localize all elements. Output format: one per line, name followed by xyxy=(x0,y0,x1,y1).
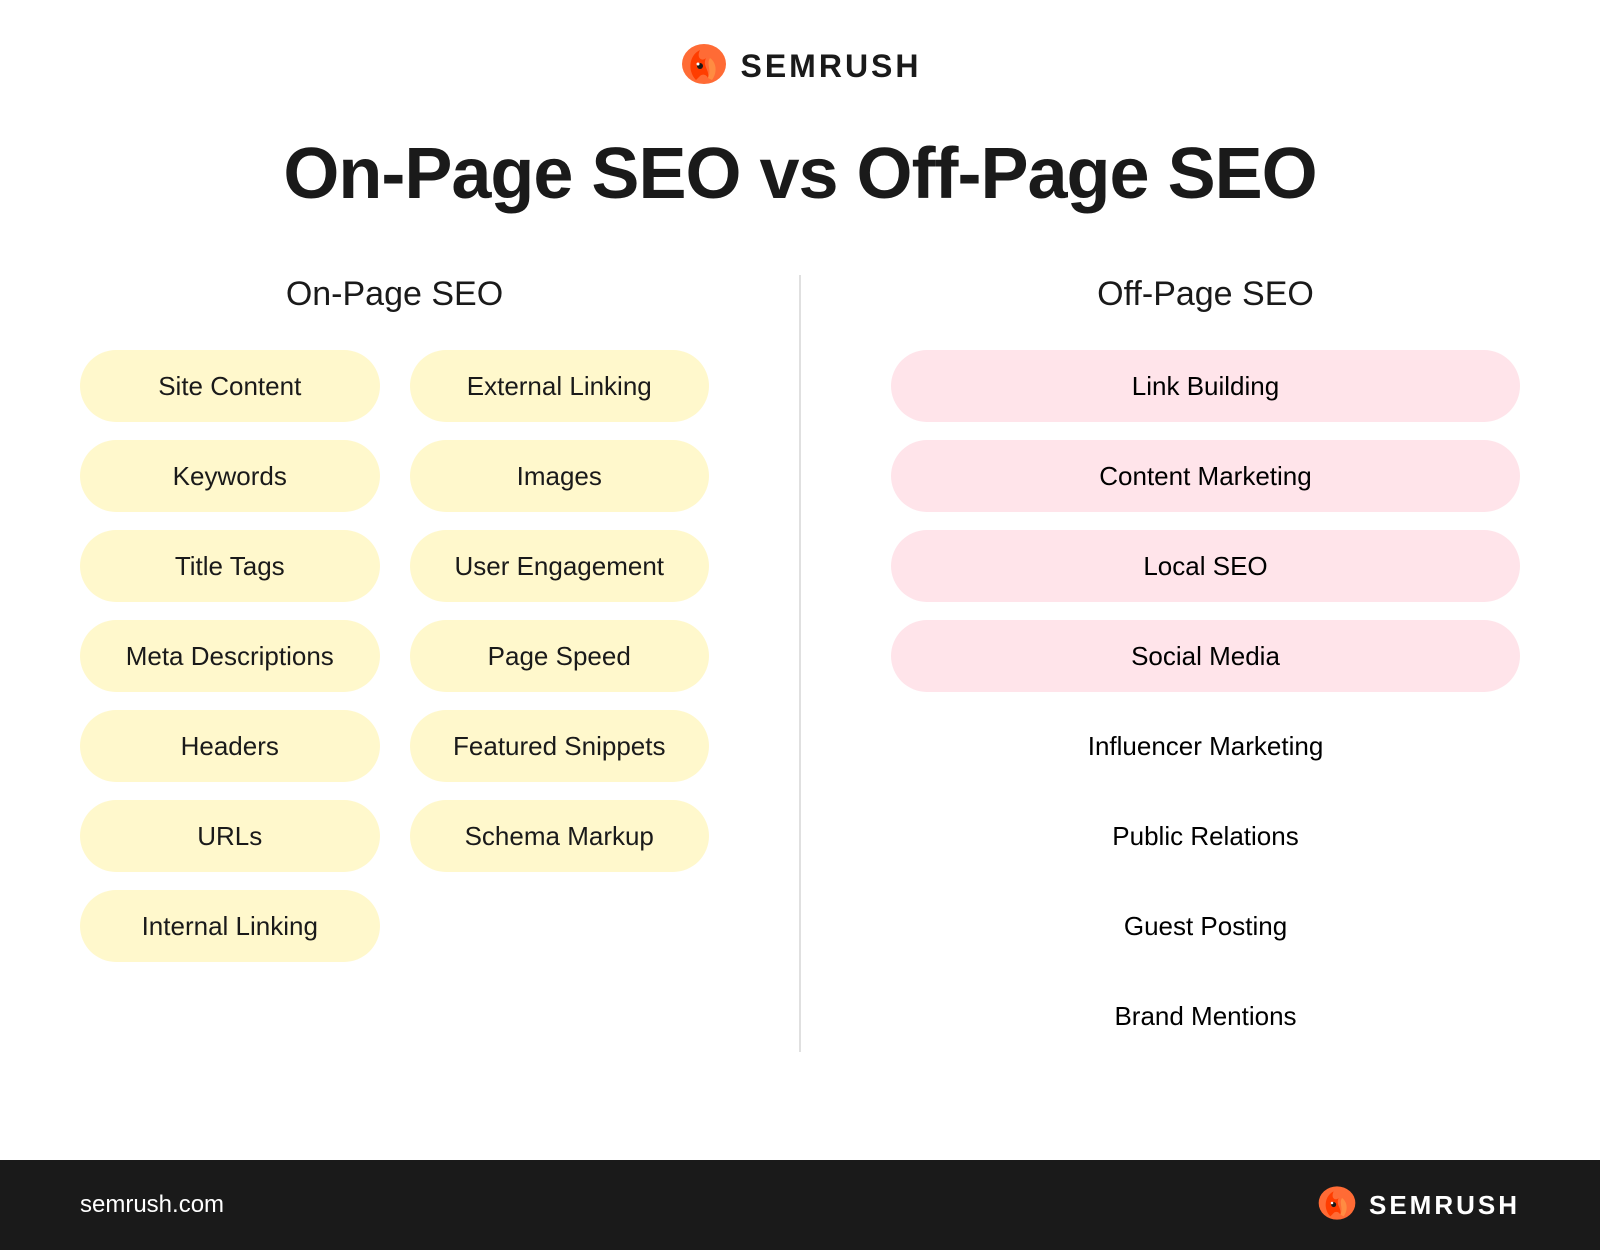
on-page-left-item: Site Content xyxy=(80,350,380,422)
on-page-right-item: Schema Markup xyxy=(410,800,710,872)
semrush-logo-icon xyxy=(678,40,730,93)
on-page-column: On-Page SEO Site Content Keywords Title Ta… xyxy=(80,275,709,1052)
on-page-column-title: On-Page SEO xyxy=(286,275,503,314)
on-page-right-item: Page Speed xyxy=(410,620,710,692)
off-page-item: Public Relations xyxy=(891,800,1520,872)
on-page-right-item: External Linking xyxy=(410,350,710,422)
off-page-item: Influencer Marketing xyxy=(891,710,1520,782)
footer-logo: SEMRUSH xyxy=(1315,1183,1520,1228)
off-page-item: Content Marketing xyxy=(891,440,1520,512)
on-page-left-sub-column: Site Content Keywords Title Tags Meta Descr… xyxy=(80,350,380,962)
on-page-left-item: Headers xyxy=(80,710,380,782)
on-page-left-item: Keywords xyxy=(80,440,380,512)
on-page-left-item: Internal Linking xyxy=(80,890,380,962)
off-page-item: Guest Posting xyxy=(891,890,1520,962)
off-page-item: Local SEO xyxy=(891,530,1520,602)
column-divider xyxy=(799,275,801,1052)
on-page-left-item: Title Tags xyxy=(80,530,380,602)
off-page-item: Link Building xyxy=(891,350,1520,422)
off-page-items: Link Building Content Marketing Local SEO S… xyxy=(891,350,1520,1052)
on-page-right-sub-column: External Linking Images User Engagement Pag… xyxy=(410,350,710,962)
on-page-right-item: Featured Snippets xyxy=(410,710,710,782)
footer: semrush.com SEMRUSH xyxy=(0,1160,1600,1250)
logo-area: SEMRUSH xyxy=(678,40,921,93)
main-content: SEMRUSH On-Page SEO vs Off-Page SEO On-P… xyxy=(0,0,1600,1160)
off-page-item: Brand Mentions xyxy=(891,980,1520,1052)
footer-url: semrush.com xyxy=(80,1191,224,1219)
off-page-column: Off-Page SEO Link Building Content Market… xyxy=(891,275,1520,1052)
header-logo-text: SEMRUSH xyxy=(740,48,921,85)
on-page-inner: Site Content Keywords Title Tags Meta Descr… xyxy=(80,350,709,962)
columns-wrapper: On-Page SEO Site Content Keywords Title Ta… xyxy=(80,275,1520,1052)
footer-semrush-icon xyxy=(1315,1183,1359,1228)
on-page-left-item: URLs xyxy=(80,800,380,872)
page-title: On-Page SEO vs Off-Page SEO xyxy=(283,133,1316,215)
off-page-item: Social Media xyxy=(891,620,1520,692)
on-page-right-item: User Engagement xyxy=(410,530,710,602)
off-page-column-title: Off-Page SEO xyxy=(1097,275,1314,314)
footer-logo-text: SEMRUSH xyxy=(1369,1190,1520,1221)
on-page-left-item: Meta Descriptions xyxy=(80,620,380,692)
on-page-right-item: Images xyxy=(410,440,710,512)
